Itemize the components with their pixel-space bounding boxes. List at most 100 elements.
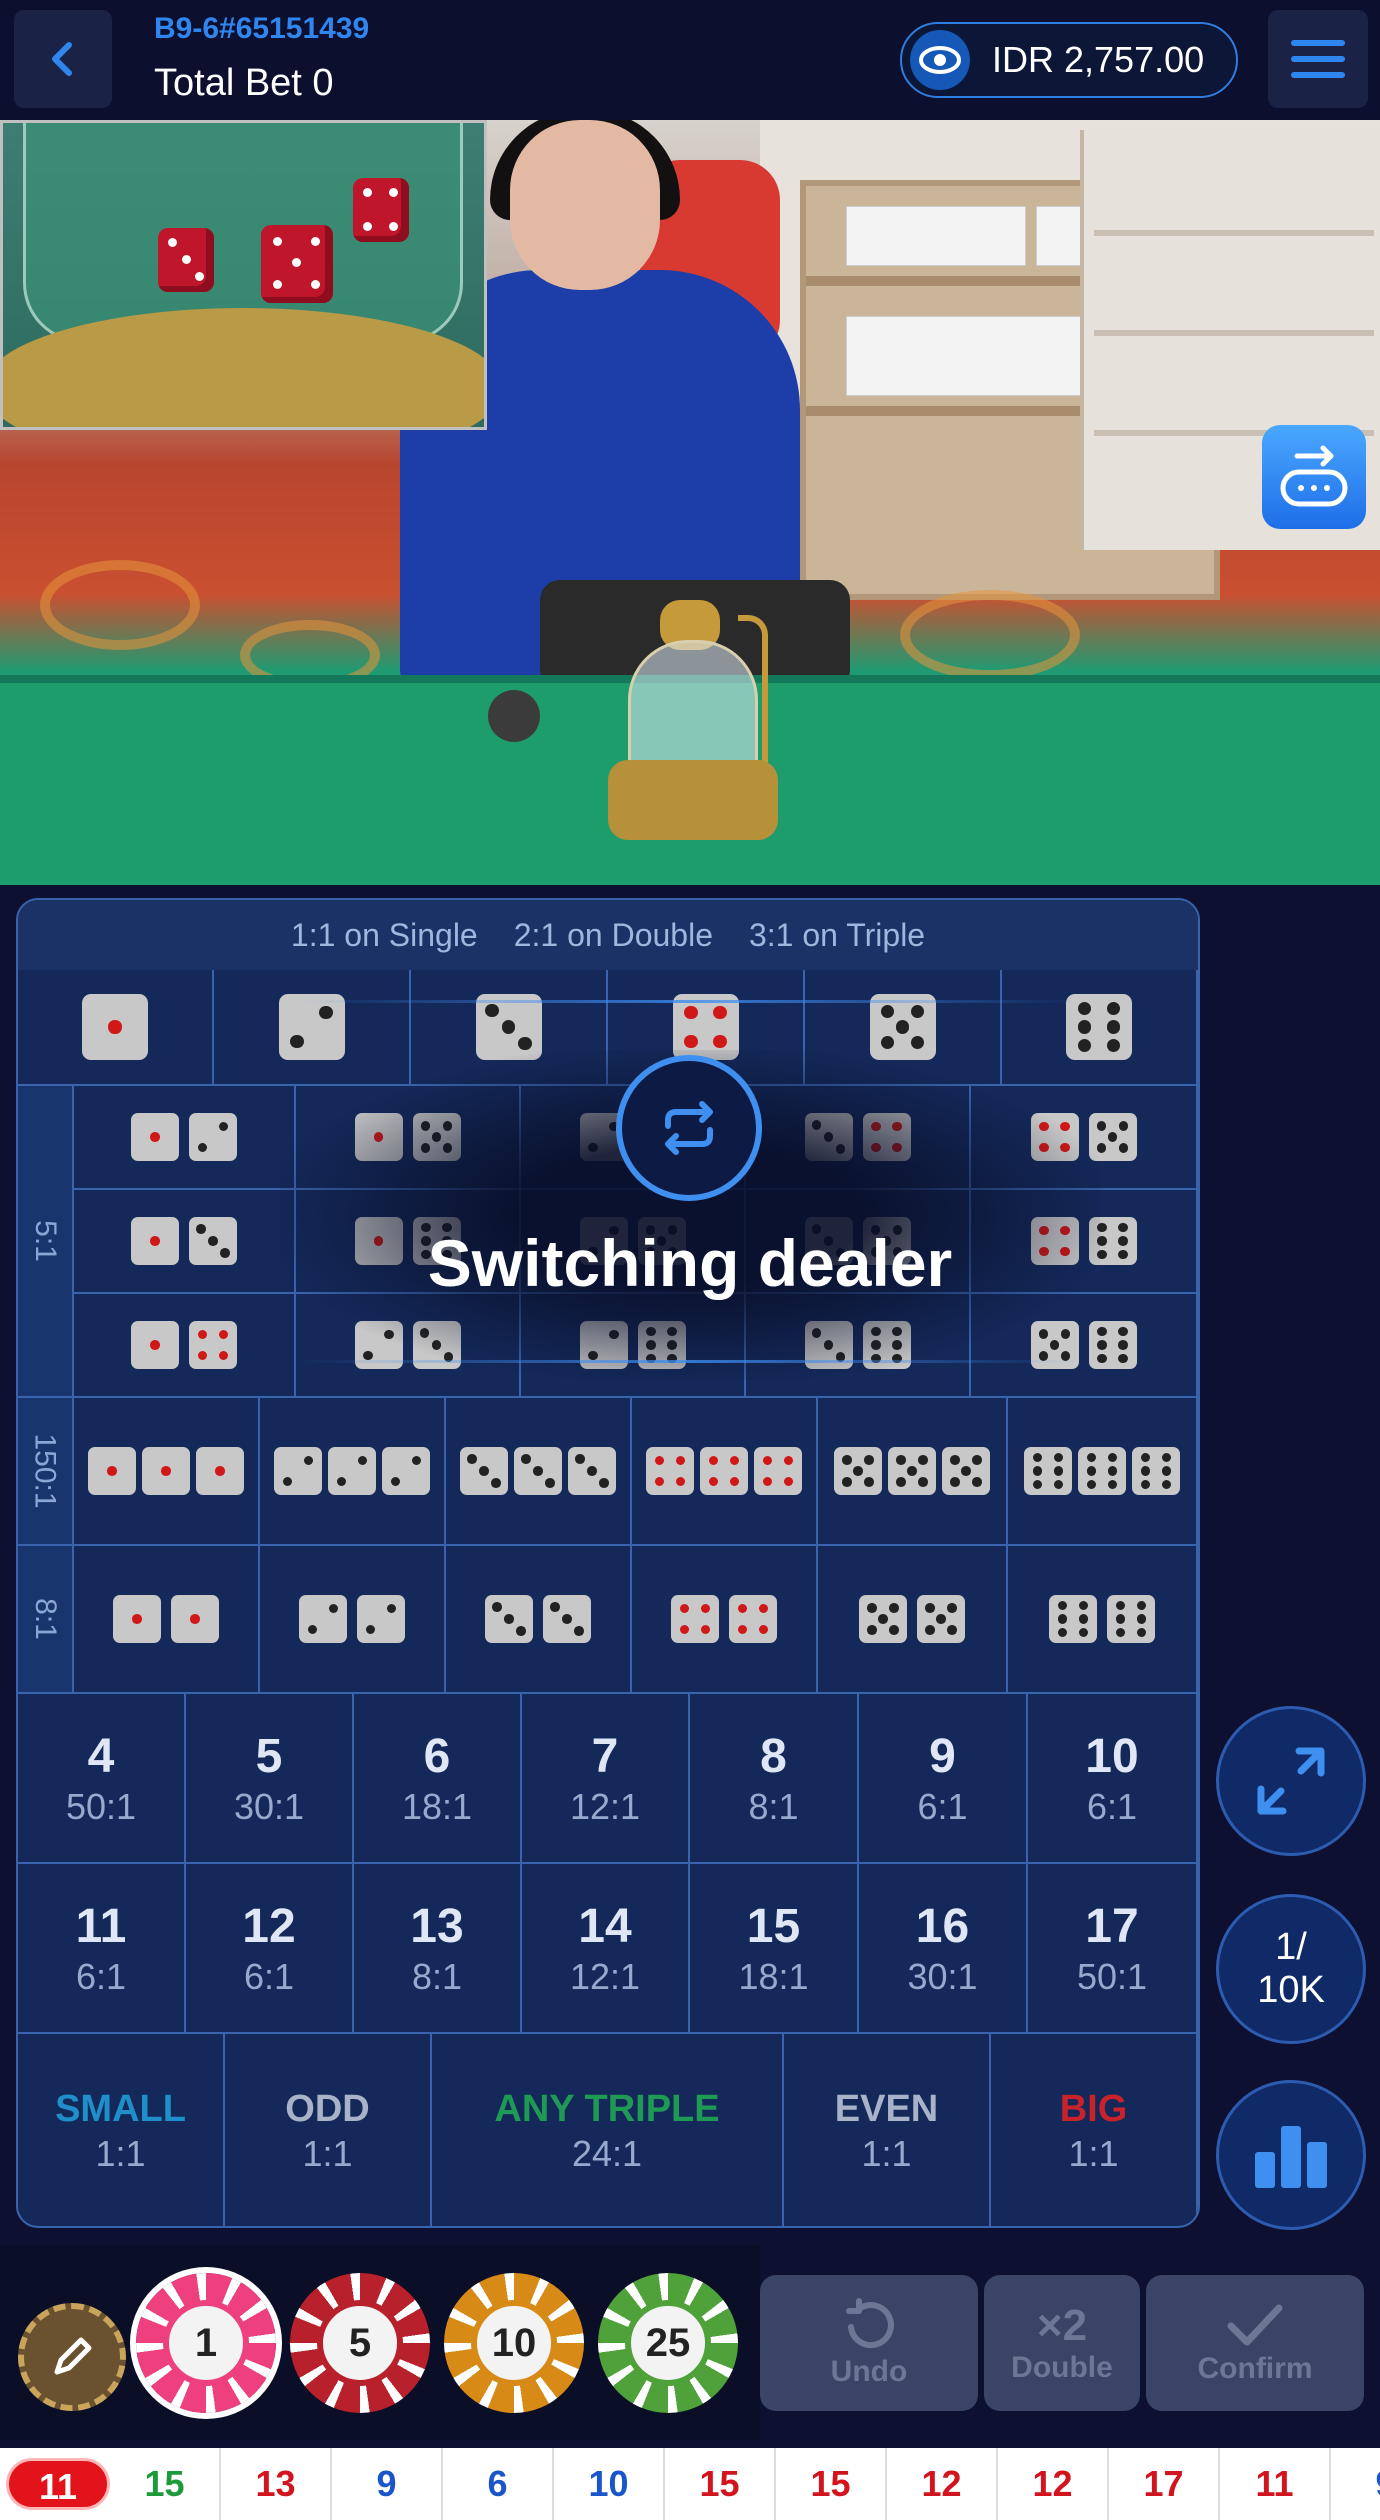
chip-10[interactable]: 10 [444, 2273, 584, 2413]
balance-amount: IDR 2,757.00 [992, 39, 1205, 80]
total-bet-7[interactable]: 7 12:1 [522, 1694, 690, 1864]
combo-bet-1-6[interactable] [296, 1190, 521, 1294]
total-bet-17[interactable]: 17 50:1 [1028, 1864, 1198, 2034]
single-bet-1[interactable] [18, 970, 214, 1086]
total-bet: Total Bet 0 [154, 62, 334, 104]
total-bet-5[interactable]: 5 30:1 [186, 1694, 354, 1864]
total-bet-9[interactable]: 9 6:1 [859, 1694, 1028, 1864]
total-odds: 8:1 [411, 1955, 463, 1997]
menu-button[interactable] [1268, 10, 1368, 108]
double-bet-6[interactable] [1008, 1546, 1198, 1694]
die-face-4-icon [700, 1447, 748, 1495]
die-face-6-icon [412, 1217, 461, 1265]
bet-odds: 1:1 [861, 2132, 912, 2174]
bet-limit-button[interactable]: 1/ 10K [1216, 1894, 1366, 2044]
triple-bet-5[interactable] [818, 1398, 1008, 1546]
combo-bet-4-6[interactable] [971, 1190, 1198, 1294]
combo-payout-label: 5:1 [18, 1086, 74, 1398]
triple-bet-2[interactable] [260, 1398, 446, 1546]
combo-bet-3-5[interactable] [746, 1190, 971, 1294]
die-face-5-icon [888, 1447, 936, 1495]
total-number: 10 [1085, 1729, 1139, 1783]
bet-label: EVEN [834, 2087, 939, 2130]
statistics-button[interactable] [1216, 2080, 1366, 2230]
total-bet-14[interactable]: 14 12:1 [522, 1864, 690, 2034]
die-face-5-icon [917, 1595, 965, 1643]
die-face-6-icon [1049, 1595, 1097, 1643]
bet-even[interactable]: EVEN 1:1 [784, 2034, 991, 2226]
total-bet-16[interactable]: 16 30:1 [859, 1864, 1028, 2034]
bet-odds: 24:1 [571, 2132, 643, 2174]
chip-25[interactable]: 25 [598, 2273, 738, 2413]
confirm-button[interactable]: Confirm [1146, 2275, 1364, 2411]
total-bet-4[interactable]: 4 50:1 [18, 1694, 186, 1864]
undo-button[interactable]: Undo [760, 2275, 978, 2411]
combo-bet-3-4[interactable] [746, 1086, 971, 1190]
double-bet-5[interactable] [818, 1546, 1008, 1694]
double-bet-1[interactable] [74, 1546, 260, 1694]
single-bet-3[interactable] [411, 970, 608, 1086]
triple-bet-3[interactable] [446, 1398, 632, 1546]
die-face-3-icon [475, 994, 542, 1060]
edit-chips-button[interactable] [18, 2303, 126, 2411]
limit-bottom: 10K [1257, 1969, 1325, 2011]
combo-bet-5-6[interactable] [971, 1294, 1198, 1398]
double-bet-4[interactable] [632, 1546, 818, 1694]
double-bet-3[interactable] [446, 1546, 632, 1694]
total-bet-13[interactable]: 13 8:1 [354, 1864, 522, 2034]
switch-camera-button[interactable] [1262, 425, 1366, 529]
die-face-6-icon [1066, 994, 1132, 1060]
combo-bet-2-3[interactable] [296, 1294, 521, 1398]
confirm-label: Confirm [1197, 2352, 1313, 2385]
balance-pill[interactable]: IDR 2,757.00 [900, 22, 1238, 98]
chip-5[interactable]: 5 [290, 2273, 430, 2413]
total-bet-12[interactable]: 12 6:1 [186, 1864, 354, 2034]
bet-any-triple[interactable]: ANY TRIPLE 24:1 [432, 2034, 784, 2226]
total-number: 13 [410, 1899, 464, 1953]
back-button[interactable] [14, 10, 112, 108]
expand-icon [1257, 1747, 1325, 1815]
combo-bet-3-6[interactable] [746, 1294, 971, 1398]
total-bet-6[interactable]: 6 18:1 [354, 1694, 522, 1864]
bet-big[interactable]: BIG 1:1 [991, 2034, 1198, 2226]
die-face-2-icon [278, 994, 345, 1060]
total-number: 12 [242, 1899, 296, 1953]
total-odds: 30:1 [233, 1785, 305, 1827]
payout-double: 2:1 on Double [513, 916, 713, 953]
expand-button[interactable] [1216, 1706, 1366, 1856]
chip-1[interactable]: 1 [136, 2273, 276, 2413]
combo-bet-2-6[interactable] [521, 1294, 746, 1398]
total-bet-15[interactable]: 15 18:1 [690, 1864, 859, 2034]
eye-icon[interactable] [910, 30, 970, 90]
double-button[interactable]: ×2 Double [984, 2275, 1140, 2411]
combo-bet-1-2[interactable] [74, 1086, 296, 1190]
triple-bet-6[interactable] [1008, 1398, 1198, 1546]
bet-small[interactable]: SMALL 1:1 [18, 2034, 225, 2226]
single-bet-6[interactable] [1002, 970, 1198, 1086]
total-bet-10[interactable]: 10 6:1 [1028, 1694, 1198, 1864]
combo-bet-1-4[interactable] [74, 1294, 296, 1398]
combo-bet-1-5[interactable] [296, 1086, 521, 1190]
single-bet-2[interactable] [214, 970, 411, 1086]
total-odds: 6:1 [75, 1955, 127, 1997]
combo-bet-2-5[interactable] [521, 1190, 746, 1294]
bet-odd[interactable]: ODD 1:1 [225, 2034, 432, 2226]
triple-bet-4[interactable] [632, 1398, 818, 1546]
die-face-6-icon [1024, 1447, 1072, 1495]
double-bet-2[interactable] [260, 1546, 446, 1694]
die-face-2-icon [189, 1113, 237, 1161]
undo-icon [846, 2298, 894, 2349]
limit-top: 1/ [1275, 1926, 1307, 1968]
total-number: 14 [578, 1899, 632, 1953]
die-face-4-icon [754, 1447, 802, 1495]
double-label: Double [1011, 2351, 1113, 2384]
single-bet-5[interactable] [805, 970, 1002, 1086]
combo-bet-1-3[interactable] [74, 1190, 296, 1294]
triple-bet-1[interactable] [74, 1398, 260, 1546]
combo-bet-4-5[interactable] [971, 1086, 1198, 1190]
total-bet-11[interactable]: 11 6:1 [18, 1864, 186, 2034]
die-face-1-icon [196, 1447, 244, 1495]
bet-label: SMALL [55, 2087, 186, 2130]
total-bet-8[interactable]: 8 8:1 [690, 1694, 859, 1864]
payout-triple: 3:1 on Triple [748, 916, 926, 953]
